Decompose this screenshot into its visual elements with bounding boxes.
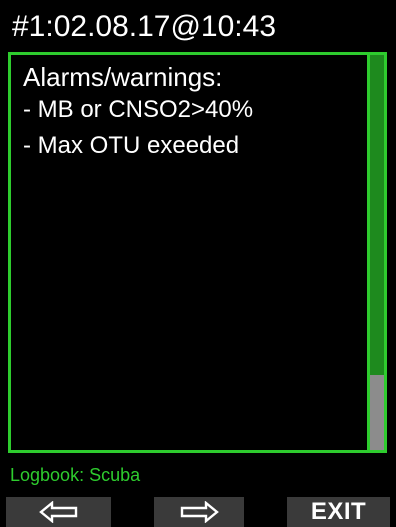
header-bar: #1:02.08.17@10:43 (0, 0, 396, 52)
alarm-item: - Max OTU exeeded (23, 132, 240, 159)
dive-log-title: #1:02.08.17@10:43 (12, 10, 277, 43)
alarm-item: - MB or CNSO2>40% (23, 96, 254, 123)
right-arrow-icon (179, 501, 219, 523)
exit-button[interactable]: EXIT (287, 497, 390, 527)
alarms-panel: Alarms/warnings: - MB or CNSO2>40% - Max… (8, 52, 387, 453)
previous-button[interactable] (6, 497, 111, 527)
exit-label: EXIT (310, 498, 367, 525)
alarm-list: - MB or CNSO2>40% - Max OTU exeeded (23, 92, 253, 164)
scrollbar-thumb[interactable] (370, 375, 384, 450)
logbook-label: Logbook: Scuba (10, 465, 141, 485)
alarms-title: Alarms/warnings: (23, 62, 223, 92)
softkey-bar: EXIT (0, 497, 396, 527)
left-arrow-icon (38, 501, 79, 523)
scrollbar[interactable] (367, 55, 384, 450)
next-button[interactable] (154, 497, 244, 527)
scrollbar-track (370, 55, 384, 375)
